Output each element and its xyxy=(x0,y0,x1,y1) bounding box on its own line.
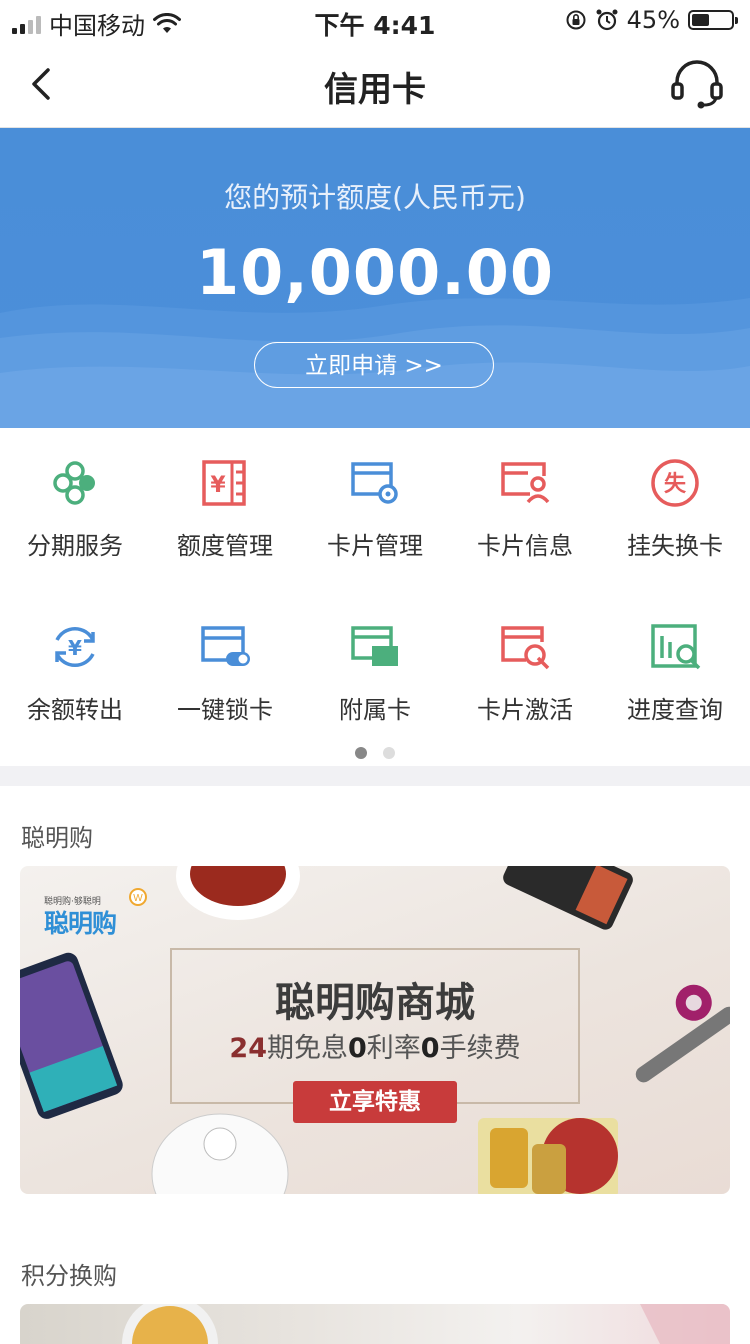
service-item[interactable]: ¥ 余额转出 xyxy=(0,620,150,740)
service-item-label: 卡片激活 xyxy=(477,696,573,724)
service-item-label: 进度查询 xyxy=(627,696,723,724)
report-loss-icon: 失 xyxy=(651,459,699,507)
svg-text:¥: ¥ xyxy=(210,473,226,498)
status-bar: 中国移动 下午 4:41 45% xyxy=(0,0,750,40)
signal-icon xyxy=(12,14,41,34)
section-divider xyxy=(0,766,750,786)
service-item-label: 余额转出 xyxy=(27,696,123,724)
supplementary-card-icon xyxy=(351,626,398,666)
apply-now-button[interactable]: 立即申请 >> xyxy=(254,342,494,388)
rotation-lock-icon xyxy=(566,10,586,30)
service-item-label: 卡片信息 xyxy=(477,532,573,560)
smart-shop-title: 聪明购 xyxy=(21,824,93,852)
points-exchange-title: 积分换购 xyxy=(21,1262,117,1290)
customer-service-icon[interactable] xyxy=(670,58,724,110)
credit-limit-amount: 10,000.00 xyxy=(195,236,555,309)
wifi-icon xyxy=(153,12,181,33)
service-grid: 分期服务 ¥ 额度管理 卡片管理 卡片信息失挂失换卡 ¥ 余额转出 一键锁卡 附属卡 卡片激活 进度… xyxy=(0,428,750,766)
limit-management-icon: ¥ xyxy=(202,460,246,506)
promo-cta-button[interactable]: 立享特惠 xyxy=(293,1081,457,1123)
service-item-label: 分期服务 xyxy=(27,532,123,560)
svg-text:¥: ¥ xyxy=(68,636,82,660)
smart-shop-banner[interactable]: 聪明购·够聪明 聪明购 W 聪明购商城 24期免息0利率0手续费 立享特惠 xyxy=(20,866,730,1194)
svg-text:失: 失 xyxy=(664,472,687,497)
service-item[interactable]: 卡片管理 xyxy=(300,456,450,576)
balance-transfer-icon: ¥ xyxy=(55,627,95,667)
navigation-bar: 信用卡 xyxy=(0,40,750,128)
page-dot-active[interactable] xyxy=(355,747,367,759)
service-item-label: 额度管理 xyxy=(177,532,273,560)
service-item[interactable]: 进度查询 xyxy=(600,620,750,740)
points-exchange-banner[interactable] xyxy=(20,1304,730,1344)
credit-limit-banner: 您的预计额度(人民币元) 10,000.00 立即申请 >> xyxy=(0,128,750,428)
service-item-label: 挂失换卡 xyxy=(627,532,723,560)
service-item[interactable]: ¥ 额度管理 xyxy=(150,456,300,576)
card-info-icon xyxy=(501,462,550,504)
service-item[interactable]: 分期服务 xyxy=(0,456,150,576)
service-item-label: 一键锁卡 xyxy=(177,696,273,724)
carrier-label: 中国移动 xyxy=(49,12,145,40)
card-activation-icon xyxy=(501,626,550,670)
service-item[interactable]: 失挂失换卡 xyxy=(600,456,750,576)
credit-limit-label: 您的预计额度(人民币元) xyxy=(224,181,526,214)
service-item[interactable]: 一键锁卡 xyxy=(150,620,300,740)
lightbulb-icon: W xyxy=(129,888,147,906)
service-item-label: 卡片管理 xyxy=(327,532,423,560)
card-management-icon xyxy=(351,462,398,504)
service-item-label: 附属卡 xyxy=(339,696,411,724)
promo-subline: 24期免息0利率0手续费 xyxy=(229,1033,521,1064)
service-item[interactable]: 卡片信息 xyxy=(450,456,600,576)
page-indicator xyxy=(0,744,750,763)
alarm-icon xyxy=(596,9,618,31)
page-dot[interactable] xyxy=(383,747,395,759)
installment-icon xyxy=(53,461,95,505)
service-item[interactable]: 卡片激活 xyxy=(450,620,600,740)
battery-percent: 45% xyxy=(626,6,680,34)
lock-card-icon xyxy=(201,626,250,666)
promo-headline: 聪明购商城 xyxy=(275,980,475,1026)
progress-query-icon xyxy=(651,624,701,670)
battery-icon xyxy=(688,10,738,30)
svg-text:W: W xyxy=(133,893,143,904)
page-title: 信用卡 xyxy=(324,70,426,110)
points-banner-decoration xyxy=(122,1304,730,1344)
service-item[interactable]: 附属卡 xyxy=(300,620,450,740)
smart-shop-logo: 聪明购·够聪明 聪明购 W xyxy=(44,880,164,938)
